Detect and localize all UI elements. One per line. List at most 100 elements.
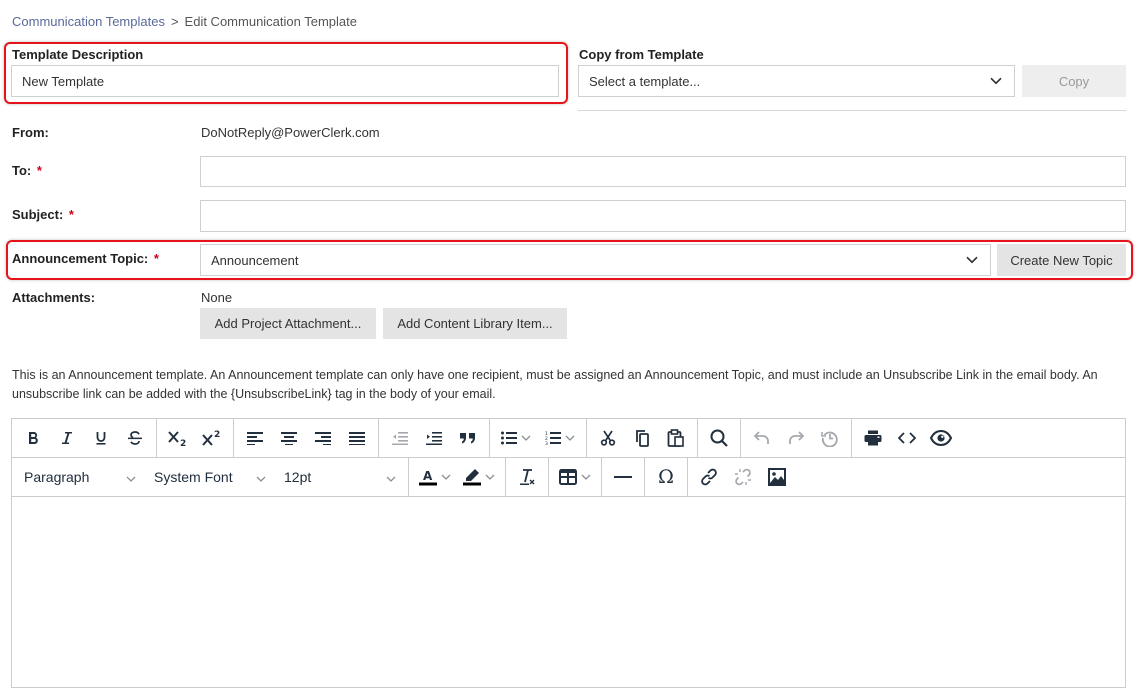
underline-button[interactable] xyxy=(84,423,118,453)
align-left-button[interactable] xyxy=(238,423,272,453)
announcement-topic-label-text: Announcement Topic: xyxy=(12,251,149,266)
copy-button[interactable]: Copy xyxy=(1022,65,1126,97)
svg-text:A: A xyxy=(423,469,433,483)
template-description-input[interactable]: New Template xyxy=(11,65,559,97)
add-project-attachment-button[interactable]: Add Project Attachment... xyxy=(200,308,376,339)
horizontal-line-button[interactable] xyxy=(606,462,640,492)
image-icon xyxy=(768,468,786,486)
outdent-icon xyxy=(392,431,408,445)
toolbar-group-script: 2 2 xyxy=(157,419,234,457)
subscript-button[interactable]: 2 xyxy=(161,423,195,453)
clipboard-icon xyxy=(667,429,685,447)
toolbar-group-table xyxy=(549,458,602,496)
omega-icon: Ω xyxy=(658,466,674,488)
outdent-button[interactable] xyxy=(383,423,417,453)
editor-toolbar-row-2: Paragraph System Font 12pt A Ω xyxy=(12,458,1125,497)
bold-button[interactable] xyxy=(16,423,50,453)
clear-formatting-button[interactable] xyxy=(510,462,544,492)
paste-button[interactable] xyxy=(659,423,693,453)
superscript-button[interactable]: 2 xyxy=(195,423,229,453)
numbered-list-icon: 123 xyxy=(545,431,561,445)
to-label-text: To: xyxy=(12,163,32,178)
template-description-value: New Template xyxy=(22,73,105,89)
chevron-down-icon xyxy=(581,474,591,480)
toolbar-group-align xyxy=(234,419,379,457)
toolbar-group-clipboard xyxy=(587,419,698,457)
toolbar-group-history xyxy=(741,419,852,457)
attachments-value: None xyxy=(201,290,233,305)
undo-button[interactable] xyxy=(745,423,779,453)
strikethrough-icon xyxy=(126,430,144,446)
svg-text:2: 2 xyxy=(180,439,186,447)
chevron-down-icon xyxy=(126,469,136,485)
bold-icon xyxy=(25,430,41,446)
create-new-topic-button[interactable]: Create New Topic xyxy=(997,244,1126,276)
restore-draft-button[interactable] xyxy=(813,423,847,453)
table-icon xyxy=(559,469,577,485)
svg-text:3: 3 xyxy=(545,441,548,445)
table-button[interactable] xyxy=(553,462,597,492)
align-justify-button[interactable] xyxy=(340,423,374,453)
highlighter-icon xyxy=(463,468,481,486)
text-color-icon: A xyxy=(419,468,437,486)
italic-button[interactable] xyxy=(50,423,84,453)
numbered-list-button[interactable]: 123 xyxy=(538,423,582,453)
editor-content-area[interactable] xyxy=(12,497,1125,687)
preview-button[interactable] xyxy=(924,423,958,453)
add-content-library-item-button[interactable]: Add Content Library Item... xyxy=(383,308,567,339)
toolbar-group-view xyxy=(852,419,962,457)
toolbar-group-charmap: Ω xyxy=(645,458,688,496)
link-button[interactable] xyxy=(692,462,726,492)
subject-label: Subject: * xyxy=(12,207,74,222)
align-left-icon xyxy=(247,431,263,445)
print-button[interactable] xyxy=(856,423,890,453)
subject-input[interactable] xyxy=(200,200,1126,232)
section-divider xyxy=(578,110,1126,111)
svg-text:2: 2 xyxy=(214,430,220,440)
scissors-icon xyxy=(600,430,616,446)
link-icon xyxy=(700,468,718,486)
cut-button[interactable] xyxy=(591,423,625,453)
announcement-topic-select[interactable]: Announcement xyxy=(200,244,991,276)
horizontal-line-icon xyxy=(614,475,632,479)
blockquote-icon xyxy=(460,432,476,444)
align-center-button[interactable] xyxy=(272,423,306,453)
highlight-color-button[interactable] xyxy=(457,462,501,492)
editor-toolbar-row-1: 2 2 123 xyxy=(12,419,1125,458)
breadcrumb-current: Edit Communication Template xyxy=(184,14,357,29)
announcement-info-text: This is an Announcement template. An Ann… xyxy=(12,368,1098,401)
chevron-down-icon xyxy=(990,73,1002,88)
align-right-button[interactable] xyxy=(306,423,340,453)
toolbar-group-insert xyxy=(688,458,798,496)
breadcrumb: Communication Templates > Edit Communicati… xyxy=(12,14,357,29)
text-color-button[interactable]: A xyxy=(413,462,457,492)
breadcrumb-communication-templates-link[interactable]: Communication Templates xyxy=(12,14,165,29)
toolbar-group-colors: A xyxy=(409,458,506,496)
image-button[interactable] xyxy=(760,462,794,492)
copy-format-button[interactable] xyxy=(625,423,659,453)
redo-button[interactable] xyxy=(779,423,813,453)
clear-formatting-icon xyxy=(518,468,536,486)
to-input[interactable] xyxy=(200,156,1126,187)
chevron-down-icon xyxy=(565,435,575,441)
font-size-dropdown[interactable]: 12pt xyxy=(274,462,404,492)
copy-from-template-placeholder: Select a template... xyxy=(589,73,701,89)
find-replace-button[interactable] xyxy=(702,423,736,453)
block-format-value: Paragraph xyxy=(24,469,90,485)
unlink-button[interactable] xyxy=(726,462,760,492)
strikethrough-button[interactable] xyxy=(118,423,152,453)
special-character-button[interactable]: Ω xyxy=(649,462,683,492)
source-code-button[interactable] xyxy=(890,423,924,453)
font-family-value: System Font xyxy=(154,469,233,485)
align-center-icon xyxy=(281,431,297,445)
redo-icon xyxy=(787,430,805,446)
undo-icon xyxy=(753,430,771,446)
copy-from-template-select[interactable]: Select a template... xyxy=(578,65,1015,97)
blockquote-button[interactable] xyxy=(451,423,485,453)
indent-button[interactable] xyxy=(417,423,451,453)
block-format-dropdown[interactable]: Paragraph xyxy=(14,462,144,492)
chevron-down-icon xyxy=(485,474,495,480)
font-family-dropdown[interactable]: System Font xyxy=(144,462,274,492)
code-icon xyxy=(898,432,916,444)
bullet-list-button[interactable] xyxy=(494,423,538,453)
